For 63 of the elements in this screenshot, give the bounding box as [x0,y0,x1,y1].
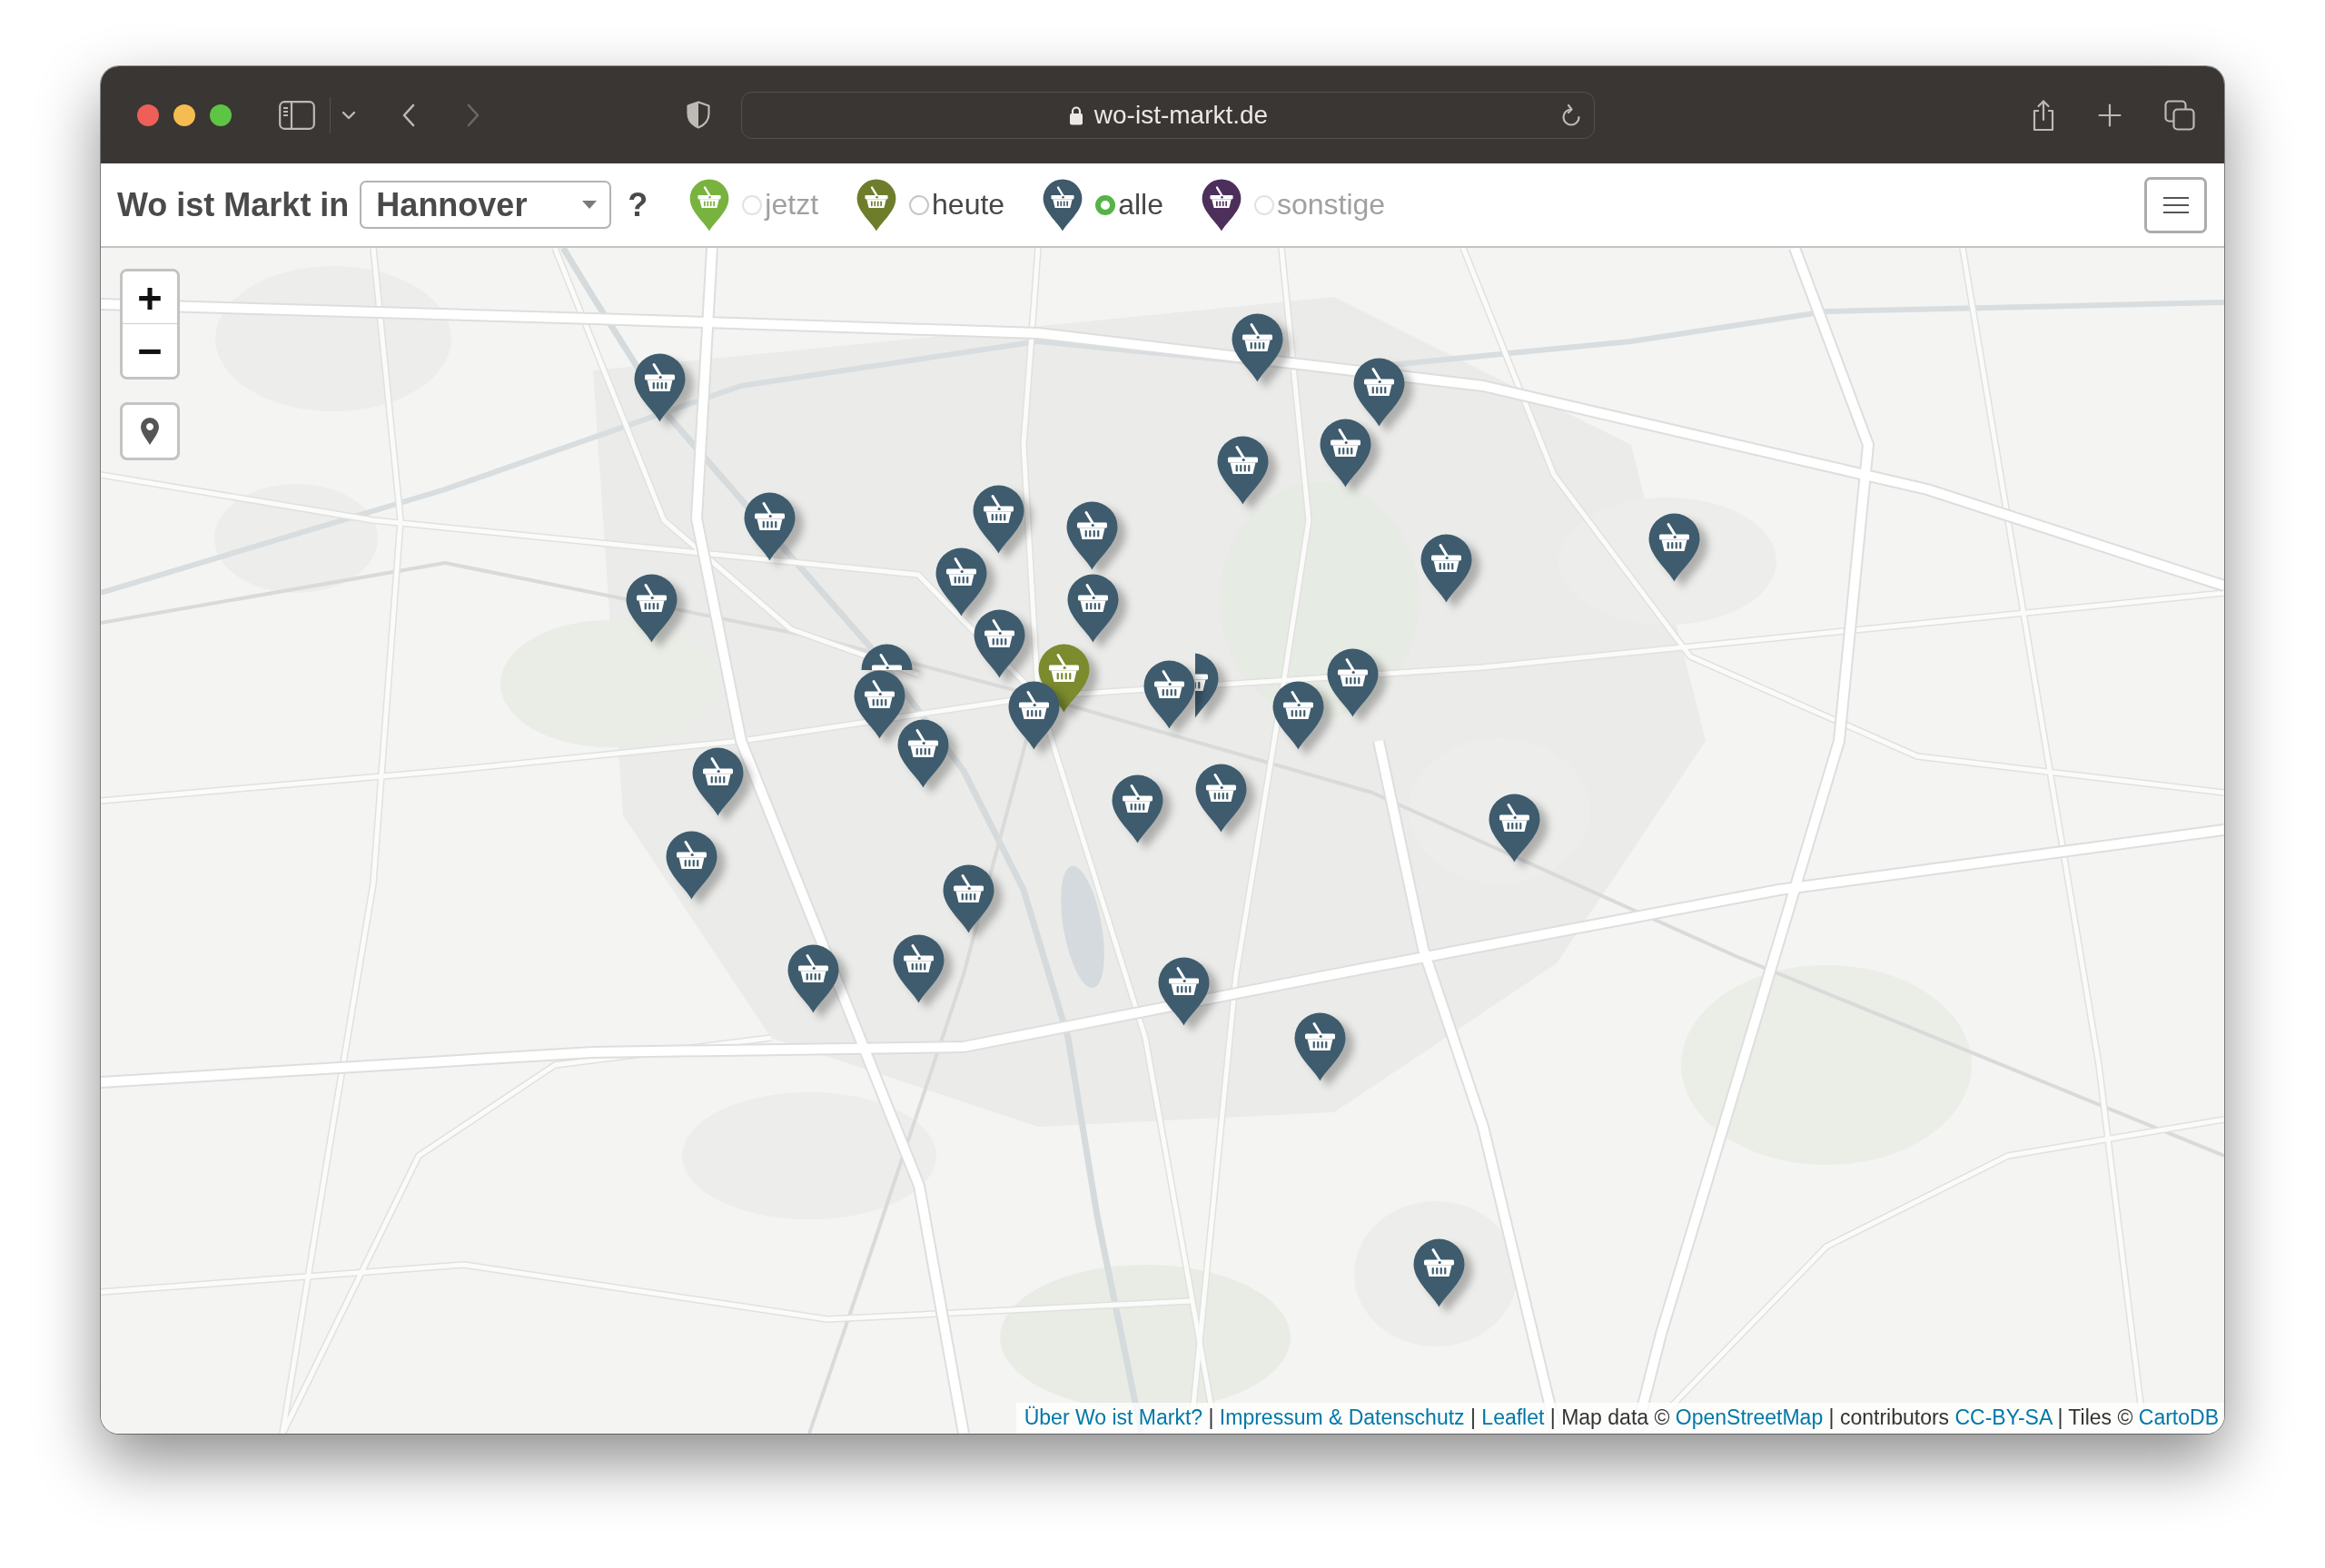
location-pin-icon [140,417,160,446]
plus-icon[interactable] [2098,103,2122,127]
basket-pin-icon[interactable] [787,944,839,1013]
basket-pin-icon[interactable] [1111,774,1163,843]
basket-pin-icon[interactable] [665,831,717,900]
basket-pin-icon[interactable] [1293,1012,1346,1081]
basket-pin-icon[interactable] [1326,648,1379,717]
shield-icon[interactable] [687,101,710,129]
tab-overview-icon[interactable] [2164,99,2195,131]
attribution-link[interactable]: CC-BY-SA [1954,1405,2052,1429]
zoom-in-button[interactable]: + [123,271,177,324]
basket-pin-icon[interactable] [1271,681,1324,750]
caret-icon [582,201,598,209]
filter-label[interactable]: heute [932,188,1005,222]
basket-pin-icon[interactable] [896,719,949,788]
basket-pin-icon[interactable] [1412,1238,1465,1307]
basket-pin-icon[interactable] [942,864,994,933]
basket-pin-icon[interactable] [1352,358,1405,427]
window-minimize-icon[interactable] [173,104,195,126]
basket-pin-icon[interactable] [633,353,686,422]
basket-pin-icon[interactable] [1216,436,1269,505]
city-select[interactable]: Hannover [360,181,612,229]
locate-button[interactable] [120,402,180,460]
address-field[interactable]: wo-ist-markt.de [741,91,1595,139]
site-title: Wo ist Markt in [117,185,350,224]
basket-pin-icon[interactable] [892,934,945,1003]
attribution-link[interactable]: CartoDB [2138,1405,2219,1429]
basket-pin-icon[interactable] [935,547,987,616]
radio-button[interactable] [909,194,930,215]
lock-icon [1068,104,1083,125]
basket-pin-icon[interactable] [625,574,678,643]
basket-pin-icon[interactable] [1194,764,1247,833]
filter-label[interactable]: alle [1118,188,1163,222]
window-zoom-icon[interactable] [210,104,232,126]
basket-pin-icon[interactable] [1420,534,1472,603]
basket-pin-icon[interactable] [1065,501,1118,570]
attribution-link[interactable]: Impressum & Datenschutz [1219,1405,1465,1429]
attribution-link[interactable]: Über Wo ist Markt? [1024,1405,1203,1429]
map-attribution: Über Wo ist Markt? | Impressum & Datenschutz | Leaflet | Map data © OpenStreetMap | contributors CC-BY-SA | Tiles © CartoDB [1015,1403,2224,1434]
basket-pin-icon[interactable] [1647,513,1700,582]
attribution-link[interactable]: OpenStreetMap [1675,1405,1824,1429]
window-close-icon[interactable] [137,104,159,126]
basket-pin-icon[interactable] [1157,957,1210,1026]
basket-pin-icon[interactable] [972,485,1024,554]
radio-button[interactable] [1095,194,1116,215]
basket-pin-icon[interactable] [1007,681,1060,750]
basket-pin-icon[interactable] [1066,574,1119,643]
basket-pin-icon[interactable] [743,492,796,561]
chevron-left-icon[interactable] [402,103,415,127]
menu-button[interactable] [2144,176,2207,233]
basket-pin-icon[interactable] [1319,419,1371,488]
help-link[interactable]: ? [628,185,648,224]
attribution-link[interactable]: Leaflet [1481,1405,1545,1429]
sidebar-icon[interactable] [279,100,315,130]
basket-pin-icon[interactable] [691,747,744,816]
basket-pin-icon[interactable] [1488,794,1540,863]
chevron-down-icon[interactable] [341,110,356,120]
menu-icon [2162,196,2189,213]
basket-pin-icon[interactable] [1231,313,1283,382]
basket-pin-icon[interactable] [973,609,1025,678]
share-icon[interactable] [2031,98,2056,132]
reload-icon[interactable] [1560,103,1582,127]
basket-pin-icon[interactable] [860,644,913,670]
